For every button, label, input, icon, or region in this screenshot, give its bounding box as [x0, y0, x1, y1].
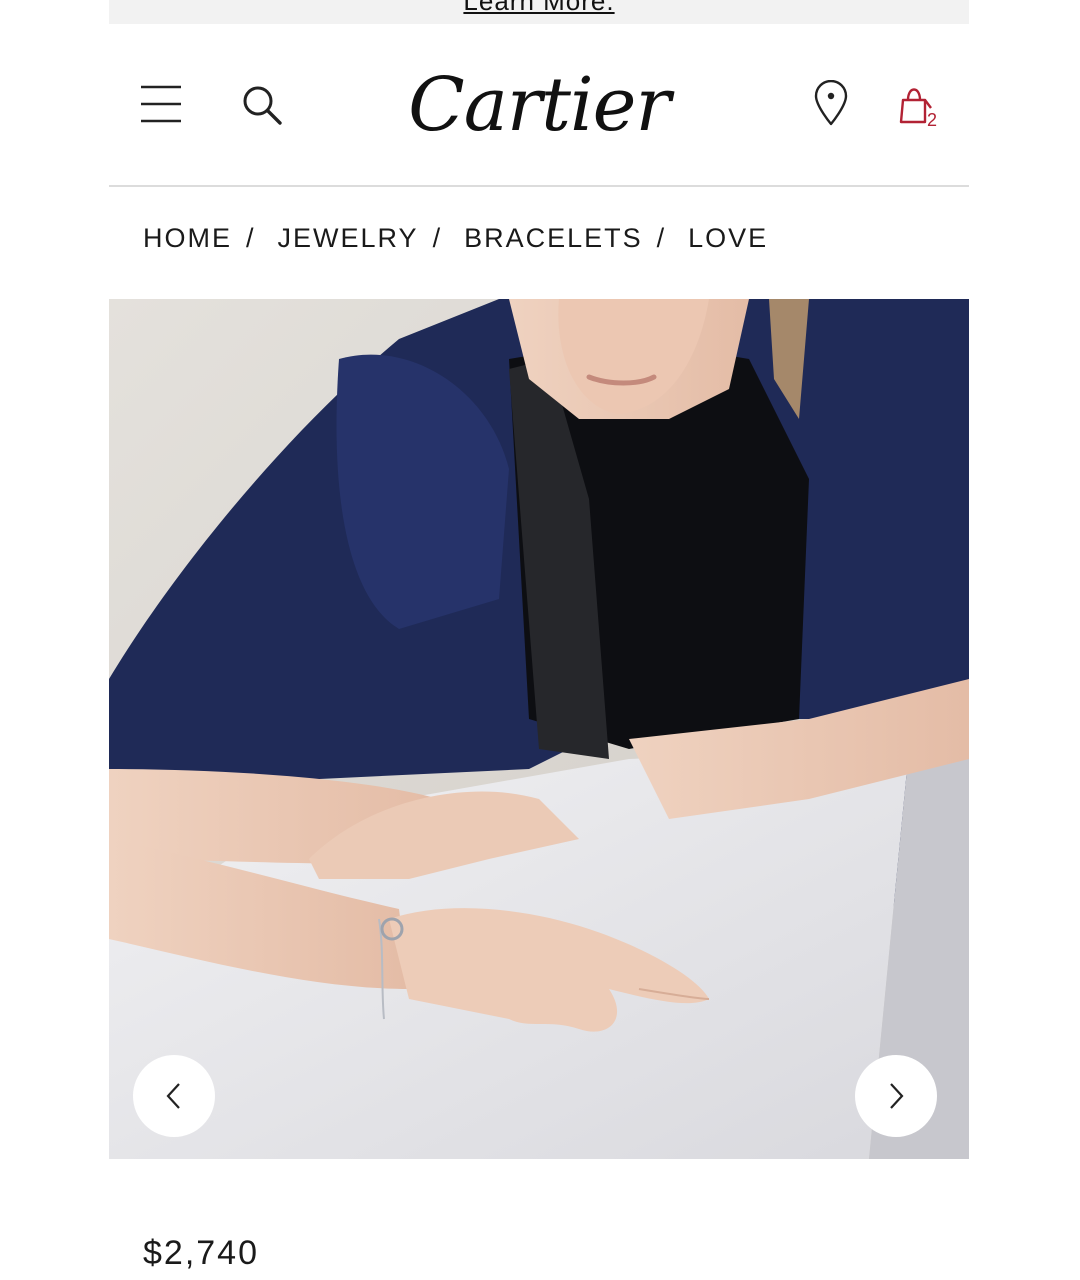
gallery-prev-button[interactable] [133, 1055, 215, 1137]
chevron-left-icon [166, 1083, 180, 1109]
breadcrumb-separator: / [656, 222, 667, 253]
product-photo [109, 299, 969, 1159]
cartier-logo[interactable]: Cartier [399, 60, 679, 150]
breadcrumb-home[interactable]: HOME [143, 223, 232, 254]
hamburger-menu-icon[interactable] [141, 84, 181, 124]
breadcrumb-separator: / [246, 222, 256, 253]
site-header: Cartier 2 [109, 24, 969, 187]
shopping-bag-icon[interactable] [895, 82, 945, 132]
chevron-right-icon [890, 1083, 904, 1109]
breadcrumb-separator: / [432, 222, 443, 253]
product-page: Learn More. Cartier 2 HOME / JEWELRY / B… [0, 0, 1080, 1280]
promo-banner: Learn More. [109, 0, 969, 24]
breadcrumb-jewelry[interactable]: JEWELRY [278, 223, 419, 254]
breadcrumb-bracelets[interactable]: BRACELETS [464, 223, 643, 254]
search-icon[interactable] [241, 84, 283, 126]
product-image-gallery [109, 299, 969, 1159]
gallery-next-button[interactable] [855, 1055, 937, 1137]
location-pin-icon[interactable] [813, 79, 849, 126]
product-price: $2,740 [143, 1234, 259, 1272]
breadcrumb: HOME / JEWELRY / BRACELETS / LOVE [143, 222, 768, 254]
promo-learn-more-link[interactable]: Learn More. [109, 0, 969, 17]
cart-count-badge: 2 [927, 110, 938, 130]
breadcrumb-love[interactable]: LOVE [688, 223, 768, 254]
